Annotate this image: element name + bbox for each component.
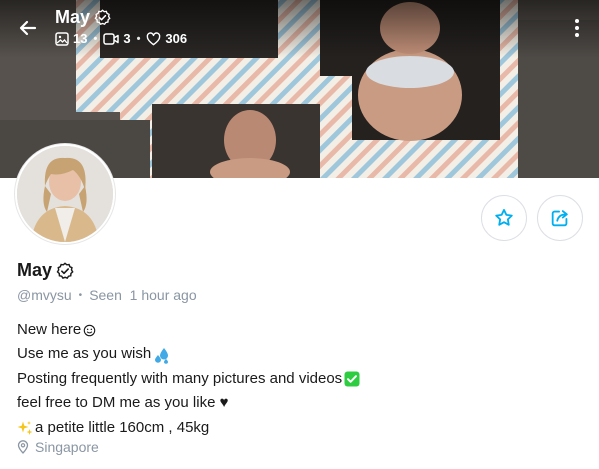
header-title-block: May 13 • 3 • 306 [55, 6, 187, 47]
image-icon [55, 31, 69, 46]
location-pin-icon [17, 440, 29, 454]
share-button[interactable] [537, 195, 583, 241]
sparkles-icon [17, 420, 33, 436]
back-button[interactable] [12, 12, 44, 44]
bio-line-text: a petite little 160cm , 45kg [35, 418, 210, 436]
bio-line: feel free to DM me as you like ♥ [17, 391, 362, 415]
smiling-face-icon [83, 324, 96, 337]
likes-stat: 306 [146, 31, 187, 46]
heart-icon [147, 31, 161, 45]
profile-bio: New here Use me as you wish Posting freq… [17, 318, 362, 440]
separator-dot: • [136, 32, 141, 45]
videos-stat[interactable]: 3 [103, 31, 131, 46]
check-mark-button-icon [344, 371, 360, 387]
photos-stat[interactable]: 13 [55, 31, 87, 46]
profile-meta-row: @mvysu • Seen 1 hour ago [17, 287, 197, 303]
more-vertical-icon [575, 19, 579, 37]
bio-line-text: New here [17, 321, 82, 338]
bio-line: Posting frequently with many pictures an… [17, 367, 362, 391]
likes-count: 306 [165, 31, 188, 46]
videos-count: 3 [123, 31, 131, 46]
verified-badge-icon [56, 261, 74, 279]
last-seen-text: Seen 1 hour ago [89, 287, 197, 303]
bio-line-text: Use me as you wish [17, 345, 152, 363]
sweat-droplets-icon [153, 346, 171, 364]
bio-line: Use me as you wish [17, 342, 362, 366]
location-row: Singapore [17, 439, 99, 455]
header-stats: 13 • 3 • 306 [55, 31, 187, 46]
header-title: May [55, 6, 91, 27]
profile-handle: @mvysu [17, 287, 72, 303]
avatar[interactable] [15, 144, 115, 244]
star-icon [495, 209, 513, 226]
location-text: Singapore [35, 439, 99, 455]
separator-dot: • [93, 32, 98, 45]
avatar-photo [17, 146, 113, 242]
add-to-favorites-button[interactable] [481, 195, 527, 241]
photos-count: 13 [73, 31, 88, 46]
verified-badge-icon [94, 8, 111, 25]
more-options-button[interactable] [565, 14, 589, 42]
video-icon [103, 32, 120, 45]
profile-name: May [17, 260, 53, 280]
top-bar: May 13 • 3 • 306 [0, 0, 599, 52]
share-icon [551, 210, 568, 227]
separator-dot: • [78, 289, 83, 301]
bio-line: a petite little 160cm , 45kg [17, 416, 362, 440]
bio-line-text: Posting frequently with many pictures an… [17, 369, 343, 387]
arrow-left-icon [19, 20, 37, 36]
profile-name-row: May [17, 260, 74, 281]
bio-line-text: feel free to DM me as you like ♥ [17, 394, 229, 412]
bio-line: New here [17, 318, 362, 342]
